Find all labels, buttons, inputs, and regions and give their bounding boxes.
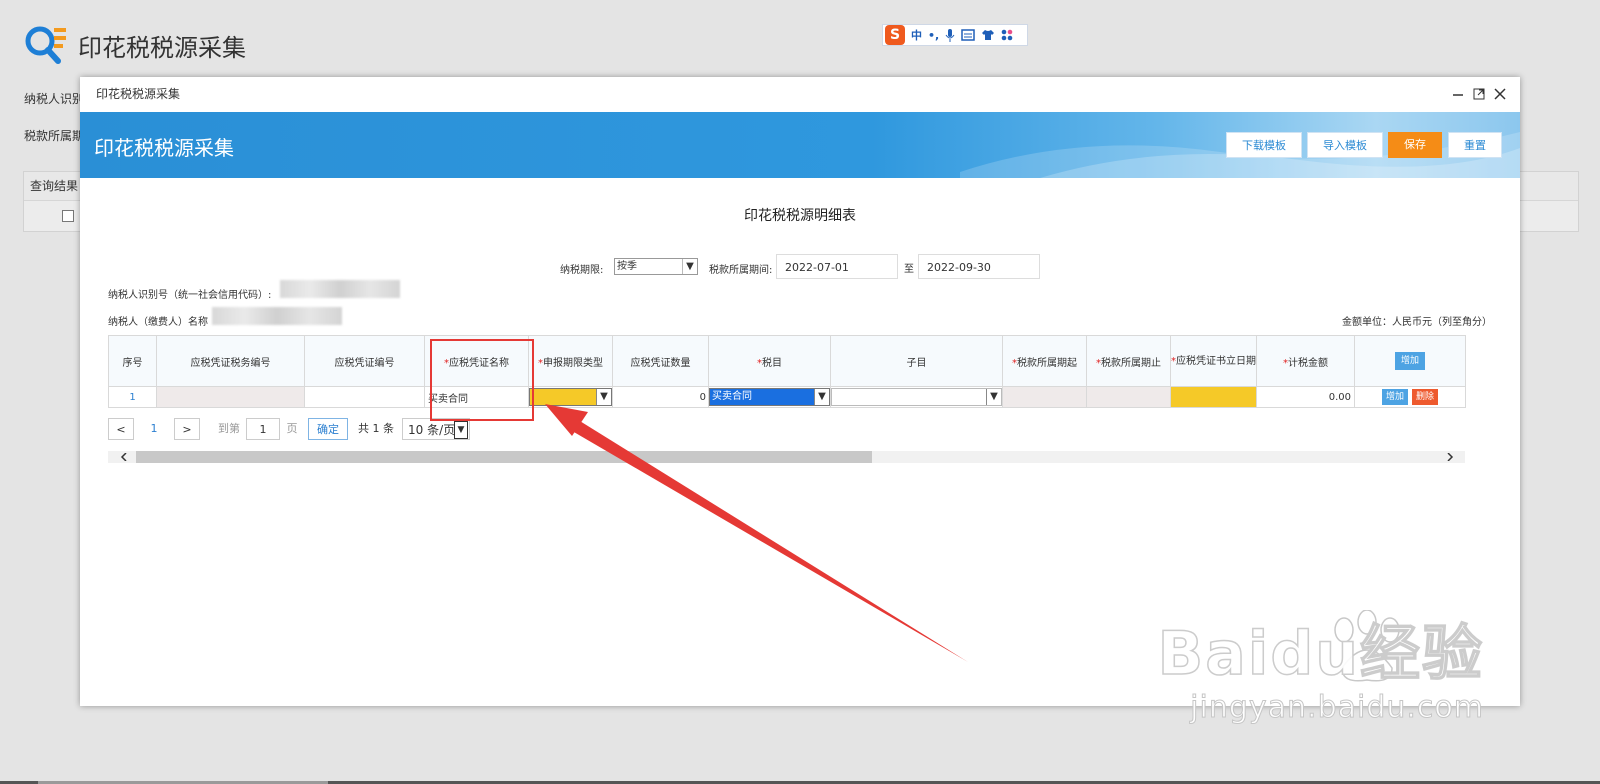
watermark-url: jingyan.baidu.com xyxy=(1190,690,1484,726)
watermark-brand: Baidu经验 xyxy=(1157,618,1484,690)
